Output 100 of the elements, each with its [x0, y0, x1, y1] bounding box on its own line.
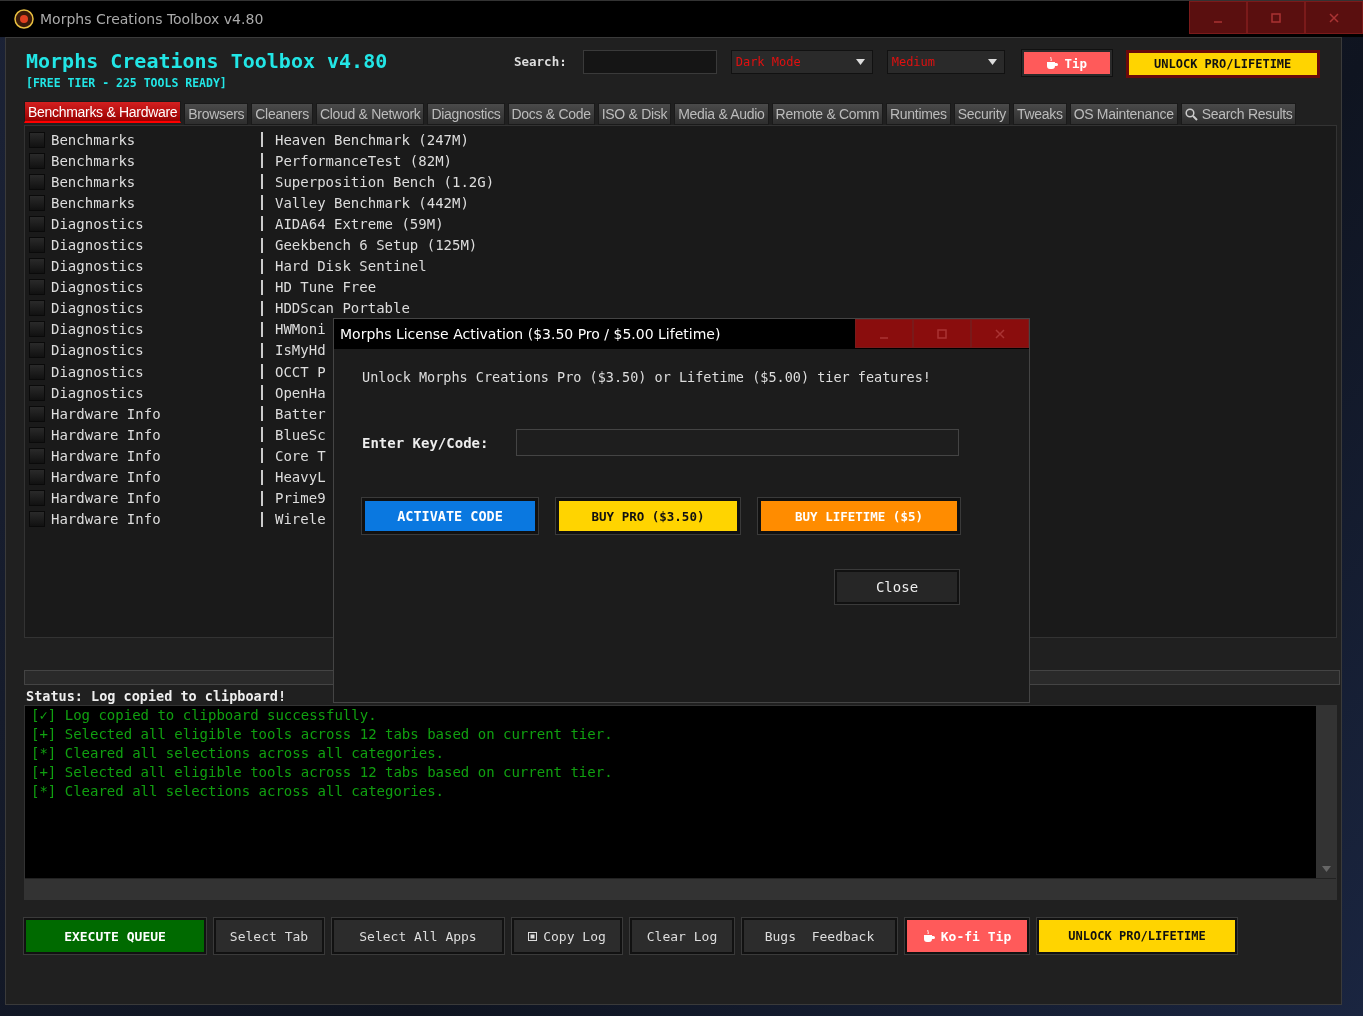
tool-category: Hardware Info — [51, 469, 162, 486]
tool-checkbox[interactable] — [29, 511, 45, 528]
tool-checkbox[interactable] — [29, 131, 45, 148]
tool-category: Diagnostics — [51, 363, 145, 380]
dialog-title: Morphs License Activation ($3.50 Pro / $5.00 Lifetime) — [340, 326, 721, 342]
purchase-button[interactable]: BUY PRO ($3.50) — [556, 498, 740, 534]
category-tab[interactable]: Cleaners — [251, 103, 313, 125]
close-button[interactable] — [971, 319, 1029, 348]
category-tab[interactable]: Cloud & Network — [315, 103, 425, 125]
tool-name: HeavyL — [275, 469, 326, 486]
tool-category: Hardware Info — [51, 447, 162, 464]
tool-name: PerformanceTest (82M) — [275, 152, 452, 169]
tool-name: Wirele — [275, 511, 326, 528]
tip-button[interactable]: Tip — [1021, 50, 1112, 76]
action-button[interactable]: Ko-fi Tip — [905, 918, 1029, 954]
category-tab[interactable]: Search Results — [1180, 103, 1297, 125]
unlock-button[interactable]: UNLOCK PRO/LIFETIME — [1125, 50, 1320, 78]
tool-checkbox[interactable] — [29, 258, 45, 275]
search-field[interactable] — [582, 50, 717, 74]
key-input-field[interactable] — [516, 429, 959, 456]
category-tab[interactable]: Tweaks — [1013, 103, 1067, 125]
horizontal-scrollbar[interactable] — [25, 878, 1336, 899]
tier-label: [FREE TIER - 225 TOOLS READY] — [26, 76, 228, 90]
tool-category: Benchmarks — [51, 194, 137, 211]
tool-name: HWMoni — [275, 321, 326, 338]
log-line: [*] Cleared all selections across all categories. — [31, 782, 445, 801]
action-button[interactable]: Select All Apps — [332, 918, 504, 954]
key-label: Enter Key/Code: — [362, 434, 490, 451]
category-tab[interactable]: Docs & Code — [507, 103, 595, 125]
tool-checkbox[interactable] — [29, 194, 45, 211]
tool-checkbox[interactable] — [29, 300, 45, 317]
tool-category: Hardware Info — [51, 405, 162, 422]
tool-checkbox[interactable] — [29, 237, 45, 253]
tool-category: Benchmarks — [51, 152, 137, 169]
category-tab[interactable]: Browsers — [184, 103, 249, 125]
cup-icon — [922, 929, 935, 943]
close-dialog-button[interactable]: Close — [835, 570, 959, 604]
category-tab[interactable]: Media & Audio — [674, 103, 769, 125]
tool-checkbox[interactable] — [29, 405, 45, 422]
category-tab[interactable]: Security — [953, 103, 1010, 125]
tool-category: Hardware Info — [51, 511, 162, 528]
caret-icon — [987, 59, 997, 65]
minimize-icon — [1213, 20, 1223, 23]
tool-name: Hard Disk Sentinel — [275, 258, 427, 275]
purchase-button[interactable]: ACTIVATE CODE — [362, 498, 538, 534]
category-tab[interactable]: OS Maintenance — [1069, 103, 1178, 125]
tool-checkbox[interactable] — [29, 342, 45, 359]
tool-name: BlueSc — [275, 426, 326, 443]
tool-name: Valley Benchmark (442M) — [275, 194, 469, 211]
maximize-button[interactable] — [913, 319, 971, 348]
action-button[interactable]: UNLOCK PRO/LIFETIME — [1037, 918, 1237, 954]
tool-category: Diagnostics — [51, 384, 145, 401]
tool-checkbox[interactable] — [29, 173, 45, 190]
tool-checkbox[interactable] — [29, 215, 45, 232]
action-button[interactable]: Select Tab — [214, 918, 324, 954]
tool-category: Benchmarks — [51, 173, 137, 190]
action-button[interactable]: Copy Log — [512, 918, 622, 954]
caret-icon — [855, 59, 865, 65]
tool-checkbox[interactable] — [29, 469, 45, 486]
action-button[interactable]: Clear Log — [630, 918, 734, 954]
maximize-icon — [1271, 12, 1281, 23]
close-button[interactable] — [1305, 1, 1363, 34]
dialog-message: Unlock Morphs Creations Pro ($3.50) or Lifetime ($5.00) tier features! — [362, 369, 932, 385]
search-label: Search: — [514, 54, 567, 69]
tool-category: Diagnostics — [51, 258, 145, 275]
tool-checkbox[interactable] — [29, 152, 45, 169]
tool-category: Diagnostics — [51, 300, 145, 317]
tool-name: OpenHa — [275, 384, 326, 401]
window-title: Morphs Creations Toolbox v4.80 — [40, 11, 264, 27]
minimize-button[interactable] — [855, 319, 913, 348]
maximize-button[interactable] — [1247, 1, 1305, 34]
tool-category: Diagnostics — [51, 279, 145, 296]
tool-name: HD Tune Free — [275, 279, 377, 296]
tool-checkbox[interactable] — [29, 279, 45, 296]
category-tab[interactable]: Runtimes — [886, 103, 951, 125]
log-line: [+] Selected all eligible tools across 12 tabs based on current tier. — [31, 725, 614, 744]
tool-name: Geekbench 6 Setup (125M) — [275, 237, 478, 253]
vertical-scrollbar[interactable] — [1316, 706, 1336, 878]
tool-checkbox[interactable] — [29, 426, 45, 443]
category-tab[interactable]: Diagnostics — [427, 103, 505, 125]
tool-category: Diagnostics — [51, 342, 145, 359]
tool-checkbox[interactable] — [29, 321, 45, 338]
tool-checkbox[interactable] — [29, 363, 45, 380]
tool-checkbox[interactable] — [29, 447, 45, 464]
close-icon — [1329, 12, 1339, 23]
maximize-icon — [937, 328, 947, 339]
log-line: [+] Selected all eligible tools across 12 tabs based on current tier. — [31, 763, 614, 782]
category-tab[interactable]: Remote & Comm — [771, 103, 884, 125]
scroll-down-icon[interactable] — [1321, 866, 1331, 872]
tool-name: HDDScan Portable — [275, 300, 410, 317]
action-button[interactable]: Bugs Feedback — [742, 918, 897, 954]
tool-checkbox[interactable] — [29, 384, 45, 401]
minimize-button[interactable] — [1189, 1, 1247, 34]
action-button[interactable]: EXECUTE QUEUE — [24, 918, 206, 954]
tool-name: Core T — [275, 447, 326, 464]
tool-checkbox[interactable] — [29, 490, 45, 507]
category-tab[interactable]: ISO & Disk — [597, 103, 672, 125]
tool-name: Superposition Bench (1.2G) — [275, 173, 495, 190]
category-tab[interactable]: Benchmarks & Hardware — [24, 101, 182, 123]
tool-name: Heaven Benchmark (247M) — [275, 131, 469, 148]
